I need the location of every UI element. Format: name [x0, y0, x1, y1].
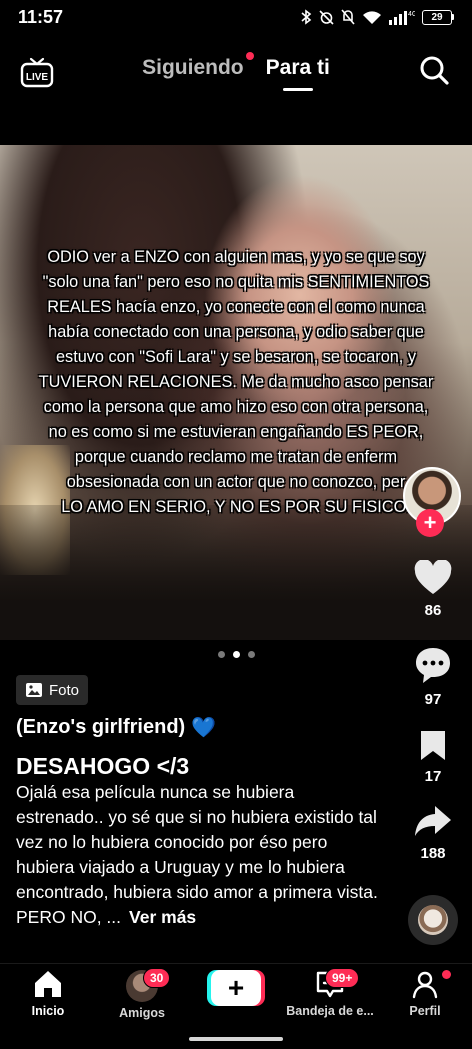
- carousel-dot[interactable]: [247, 651, 255, 658]
- nav-profile-label: Perfil: [409, 1004, 441, 1018]
- nav-inbox-label: Bandeja de e...: [286, 1004, 374, 1018]
- wifi-icon: [363, 10, 381, 24]
- share-button[interactable]: 188: [408, 803, 458, 862]
- like-count: 86: [424, 602, 442, 619]
- notification-dot: [245, 52, 254, 60]
- share-icon: [415, 806, 451, 836]
- nav-friends[interactable]: Amigos 30: [97, 968, 187, 1020]
- save-count: 17: [424, 768, 442, 785]
- battery-icon: 29: [422, 9, 454, 25]
- home-icon: [35, 971, 61, 997]
- mute-icon: [341, 9, 355, 25]
- post-caption: Ojalá esa película nunca se hubiera estr…: [16, 780, 386, 930]
- top-nav: LIVE Siguiendo Para ti: [0, 50, 472, 100]
- overlay-text-line: como la persona que amo hizo eso con otr…: [43, 398, 429, 416]
- overlay-text-line: porque cuando reclamo me tratan de enfer…: [74, 448, 398, 466]
- friends-badge: 30: [143, 968, 171, 988]
- profile-notification-dot: [442, 970, 451, 979]
- overlay-text-line: TUVIERON RELACIONES. Me da mucho asco pe…: [38, 373, 434, 391]
- bookmark-icon: [421, 731, 445, 760]
- search-icon[interactable]: [418, 54, 450, 86]
- svg-text:4G: 4G: [408, 11, 415, 18]
- home-indicator: [189, 1037, 283, 1041]
- save-button[interactable]: 17: [408, 728, 458, 785]
- carousel-dots: [0, 651, 472, 658]
- image-icon: [26, 683, 42, 697]
- photo-type-badge: Foto: [16, 675, 89, 705]
- create-button[interactable]: +: [207, 970, 265, 1006]
- caption-text: Ojalá esa película nunca se hubiera estr…: [16, 782, 378, 927]
- author-label: (Enzo's girlfriend): [16, 716, 186, 738]
- photo-shadow: [0, 505, 472, 640]
- tab-for-you[interactable]: Para ti: [265, 56, 330, 91]
- blue-heart-icon: 💙: [191, 717, 217, 739]
- see-more-link[interactable]: Ver más: [129, 907, 196, 927]
- active-tab-indicator: [282, 88, 313, 91]
- feed-tabs: Siguiendo Para ti: [0, 52, 472, 91]
- alarm-off-icon: [319, 10, 334, 25]
- tab-following[interactable]: Siguiendo: [142, 52, 254, 80]
- nav-inbox[interactable]: Bandeja de e... 99+: [285, 968, 375, 1018]
- photo-type-label: Foto: [49, 681, 80, 699]
- music-cover: [418, 905, 448, 935]
- bluetooth-icon: [301, 9, 312, 25]
- tab-following-label: Siguiendo: [142, 56, 244, 79]
- tab-for-you-label: Para ti: [265, 56, 330, 79]
- overlay-text-line: estuvo con "Sofi Lara" y se besaron, se …: [56, 348, 416, 366]
- battery-level: 29: [422, 9, 452, 25]
- overlay-text-line: obsesionada con un actor que no conozco,…: [66, 473, 406, 491]
- status-icons: 4G 29: [300, 9, 454, 25]
- post-photo[interactable]: ODIO ver a ENZO con alguien mas, y yo se…: [0, 145, 472, 640]
- inbox-badge: 99+: [325, 968, 360, 988]
- post-title: DESAHOGO </3: [16, 753, 190, 779]
- music-disc[interactable]: [408, 895, 458, 945]
- follow-button[interactable]: +: [416, 509, 444, 537]
- overlay-text-line: había conectado con una persona, y odio …: [48, 323, 424, 341]
- signal-icon: 4G: [389, 11, 415, 25]
- share-count: 188: [420, 845, 446, 862]
- status-bar: 11:57 4G 29: [0, 0, 472, 34]
- author-name[interactable]: (Enzo's girlfriend) 💙: [16, 715, 216, 740]
- plus-icon: +: [211, 970, 261, 1006]
- overlay-text-line: ODIO ver a ENZO con alguien mas, y yo se…: [47, 248, 425, 266]
- comment-count: 97: [424, 691, 442, 708]
- status-time: 11:57: [18, 6, 64, 27]
- overlay-text-line: REALES hacía enzo, yo conecte con el com…: [47, 298, 425, 316]
- nav-home-label: Inicio: [31, 1004, 65, 1018]
- heart-icon: [414, 560, 452, 594]
- nav-friends-label: Amigos: [119, 1006, 165, 1020]
- overlay-text-line: no es como si me estuvieran engañando ES…: [48, 423, 424, 441]
- carousel-dot[interactable]: [232, 651, 240, 658]
- nav-profile[interactable]: Perfil: [380, 968, 470, 1018]
- overlay-text-line: LO AMO EN SERIO, Y NO ES POR SU FISICO.: [61, 498, 411, 516]
- like-button[interactable]: 86: [408, 560, 458, 619]
- photo-overlay-text: ODIO ver a ENZO con alguien mas, y yo se…: [22, 245, 450, 520]
- profile-icon: [412, 971, 438, 999]
- nav-home[interactable]: Inicio: [3, 968, 93, 1018]
- carousel-dot[interactable]: [217, 651, 225, 658]
- overlay-text-line: "solo una fan" pero eso no quita mis SEN…: [42, 273, 430, 291]
